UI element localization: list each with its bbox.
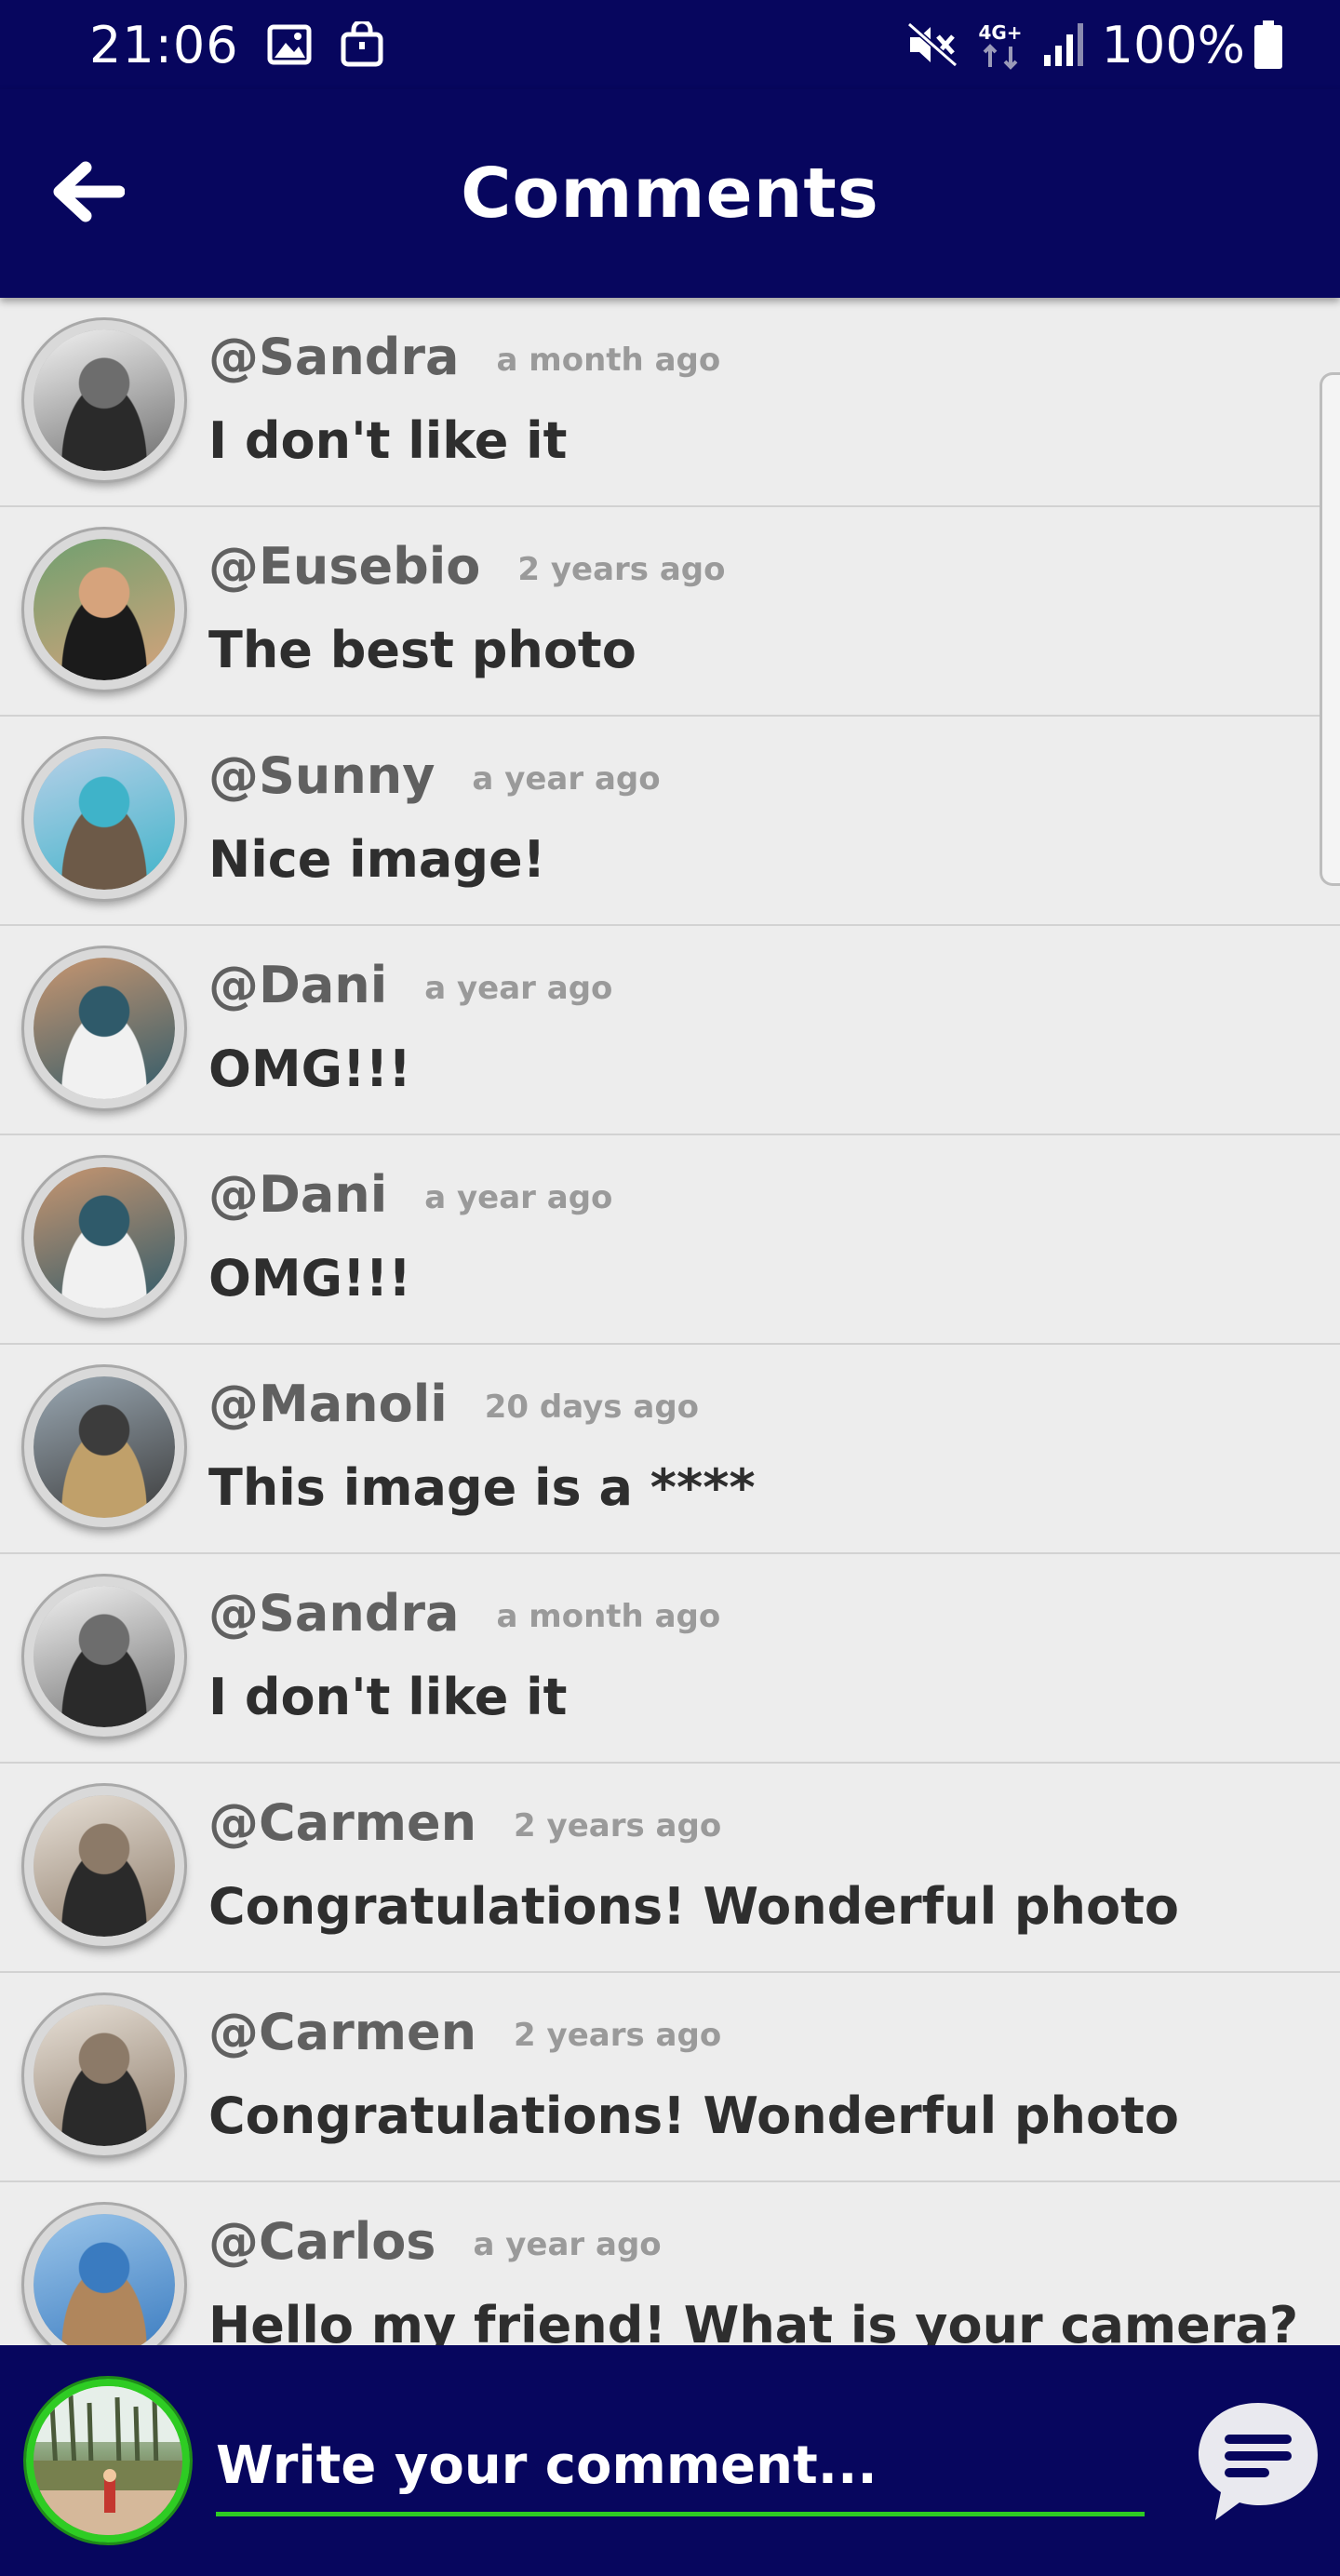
comment-author[interactable]: @Carmen 2 years ago xyxy=(208,2003,721,2061)
comment-row[interactable]: @Sandra a month ago I don't like it xyxy=(0,1554,1340,1764)
app-bar: Comments xyxy=(0,89,1340,298)
comment-author[interactable]: @Sandra a month ago xyxy=(208,328,720,386)
comment-text: I don't like it xyxy=(208,411,568,470)
user-avatar[interactable] xyxy=(24,1995,184,2155)
current-user-avatar xyxy=(26,2379,190,2542)
user-avatar[interactable] xyxy=(24,948,184,1108)
comment-timestamp: 2 years ago xyxy=(517,551,726,589)
comment-timestamp: 20 days ago xyxy=(484,1389,700,1427)
username[interactable]: @Sandra xyxy=(208,1584,460,1643)
comment-row[interactable]: @Carmen 2 years ago Congratulations! Wonde… xyxy=(0,1764,1340,1973)
network-4g-icon: 4G+ xyxy=(975,19,1025,71)
comment-row[interactable]: @Sandra a month ago I don't like it xyxy=(0,298,1340,507)
status-bar-right: 4G+ 100% xyxy=(906,16,1299,74)
send-comment-button[interactable] xyxy=(1195,2397,1321,2524)
username[interactable]: @Carlos xyxy=(208,2212,436,2271)
comment-text: Congratulations! Wonderful photo xyxy=(208,1877,1179,1936)
comment-author[interactable]: @Sunny a year ago xyxy=(208,746,661,805)
comment-author[interactable]: @Carlos a year ago xyxy=(208,2212,662,2271)
comment-author[interactable]: @Eusebio 2 years ago xyxy=(208,537,726,596)
battery-percentage: 100% xyxy=(1101,15,1245,74)
comment-author[interactable]: @Dani a year ago xyxy=(208,1165,612,1224)
user-avatar[interactable] xyxy=(24,1158,184,1318)
comment-timestamp: a year ago xyxy=(424,970,613,1008)
user-avatar[interactable] xyxy=(24,2205,184,2345)
user-avatar[interactable] xyxy=(24,1367,184,1527)
username[interactable]: @Dani xyxy=(208,1165,387,1224)
comment-composer xyxy=(0,2345,1340,2576)
comment-text: The best photo xyxy=(208,621,636,679)
status-bar: 21:06 4G+ 100% xyxy=(0,0,1340,89)
chat-bubble-icon xyxy=(1195,2403,1321,2528)
comment-text: This image is a **** xyxy=(208,1458,756,1517)
comment-text: I don't like it xyxy=(208,1668,568,1726)
comment-text: Congratulations! Wonderful photo xyxy=(208,2086,1179,2145)
username[interactable]: @Dani xyxy=(208,956,387,1014)
comment-author[interactable]: @Sandra a month ago xyxy=(208,1584,720,1643)
comment-row[interactable]: @Eusebio 2 years ago The best photo xyxy=(0,507,1340,717)
status-bar-left: 21:06 xyxy=(89,16,384,74)
user-avatar[interactable] xyxy=(24,739,184,899)
arrow-left-icon xyxy=(50,161,126,226)
username[interactable]: @Carmen xyxy=(208,2003,476,2061)
comment-input[interactable] xyxy=(216,2423,1145,2516)
shopping-bag-icon xyxy=(340,21,384,68)
network-type: 4G+ xyxy=(978,21,1022,44)
username[interactable]: @Carmen xyxy=(208,1793,476,1852)
mute-icon xyxy=(906,21,958,68)
comment-text: Hello my friend! What is your camera? xyxy=(208,2296,1299,2345)
comment-text: Nice image! xyxy=(208,830,546,889)
comment-row[interactable]: @Dani a year ago OMG!!! xyxy=(0,1135,1340,1345)
comment-row[interactable]: @Manoli 20 days ago This image is a **** xyxy=(0,1345,1340,1554)
comments-list[interactable]: @Sandra a month ago I don't like it @Eusebi… xyxy=(0,298,1340,2345)
comment-author[interactable]: @Manoli 20 days ago xyxy=(208,1375,699,1433)
comment-timestamp: 2 years ago xyxy=(514,1807,722,1845)
comment-timestamp: a year ago xyxy=(424,1179,613,1217)
comment-row[interactable]: @Dani a year ago OMG!!! xyxy=(0,926,1340,1135)
username[interactable]: @Manoli xyxy=(208,1375,448,1433)
battery-icon xyxy=(1254,20,1282,69)
status-time: 21:06 xyxy=(89,15,239,74)
back-button[interactable] xyxy=(41,147,134,240)
comment-timestamp: a year ago xyxy=(473,2226,662,2264)
user-avatar[interactable] xyxy=(24,1576,184,1737)
username[interactable]: @Eusebio xyxy=(208,537,480,596)
comment-row[interactable]: @Carmen 2 years ago Congratulations! Wonde… xyxy=(0,1973,1340,2182)
comment-row[interactable]: @Carlos a year ago Hello my friend! What i… xyxy=(0,2182,1340,2345)
app-root: 21:06 4G+ 100% Comments @Sandra a month … xyxy=(0,0,1340,2576)
comment-author[interactable]: @Carmen 2 years ago xyxy=(208,1793,721,1852)
user-avatar[interactable] xyxy=(24,530,184,690)
scrollbar[interactable] xyxy=(1320,372,1340,886)
user-avatar[interactable] xyxy=(24,320,184,480)
page-title: Comments xyxy=(461,154,879,234)
comment-timestamp: 2 years ago xyxy=(514,2017,722,2055)
comment-author[interactable]: @Dani a year ago xyxy=(208,956,612,1014)
comment-row[interactable]: @Sunny a year ago Nice image! xyxy=(0,717,1340,926)
user-avatar[interactable] xyxy=(24,1786,184,1946)
image-icon xyxy=(267,24,312,65)
comment-timestamp: a month ago xyxy=(496,1598,721,1636)
username[interactable]: @Sunny xyxy=(208,746,435,805)
comment-text: OMG!!! xyxy=(208,1249,411,1308)
username[interactable]: @Sandra xyxy=(208,328,460,386)
comment-timestamp: a month ago xyxy=(496,342,721,380)
comment-text: OMG!!! xyxy=(208,1040,411,1098)
signal-icon xyxy=(1042,21,1085,68)
comment-timestamp: a year ago xyxy=(472,760,661,798)
